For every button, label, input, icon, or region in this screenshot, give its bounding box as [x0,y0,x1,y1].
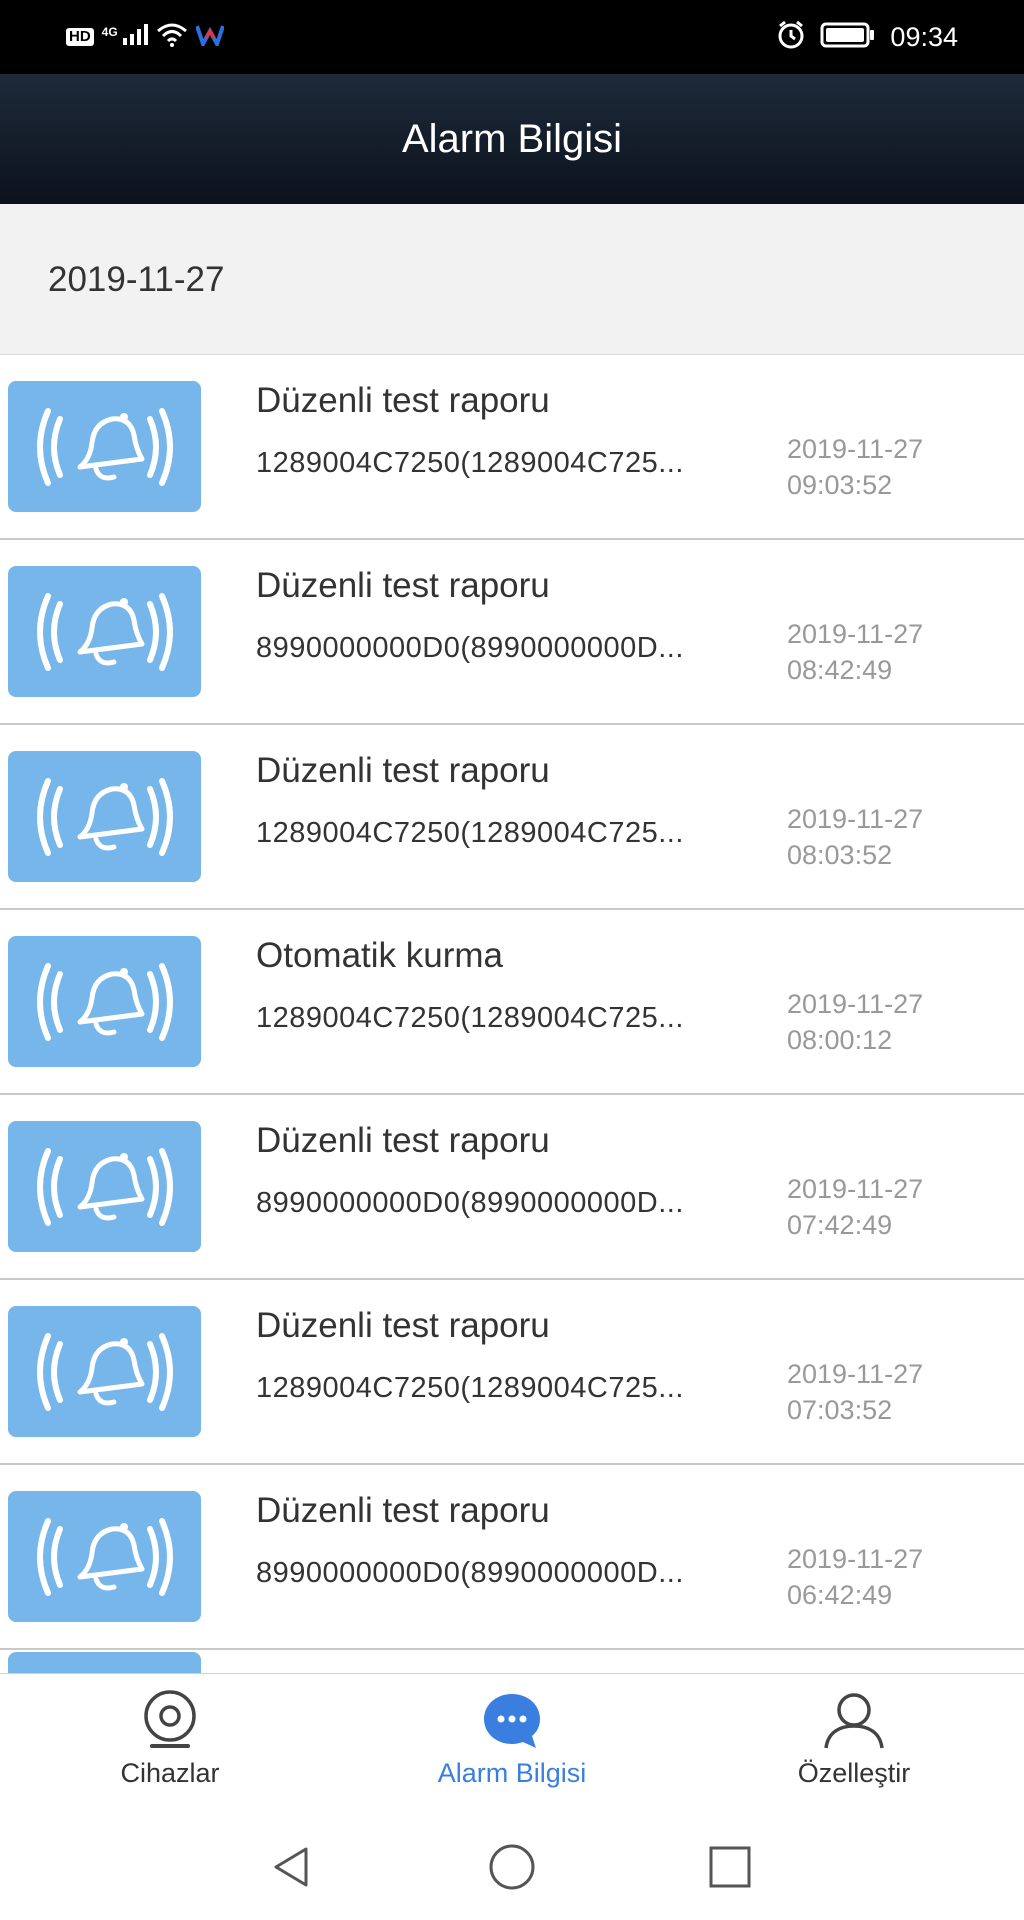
tab-cihazlar[interactable]: Cihazlar [50,1674,290,1814]
section-date: 2019-11-27 [48,260,225,299]
alarm-device: 8990000000D0(8990000000D... [256,1557,684,1589]
alarm-date: 2019-11-27 [787,804,924,834]
alarm-list-item[interactable]: Otomatik kurma 1289004C7250(1289004C725..… [0,910,1024,1095]
alarm-title: Düzenli test raporu [256,1491,550,1530]
system-nav-bar [0,1813,1024,1920]
alarm-device: 1289004C7250(1289004C725... [256,1372,684,1404]
alarm-timestamp: 2019-11-27 06:42:49 [787,1541,923,1613]
status-time: 09:34 [890,21,958,52]
back-icon[interactable] [262,1837,322,1897]
tab-alarm-bilgisi[interactable]: Alarm Bilgisi [392,1674,632,1814]
alarm-list-item[interactable]: Düzenli test raporu 8990000000D0(89900000… [0,1465,1024,1650]
app-bar: Alarm Bilgisi [0,74,1024,204]
tab-ozellestir[interactable]: Özelleştir [734,1674,974,1814]
tab-label: Alarm Bilgisi [437,1758,587,1788]
alarm-date: 2019-11-27 [787,1359,924,1389]
alarm-title: Düzenli test raporu [256,1121,550,1160]
alarm-list-item[interactable]: Düzenli test raporu 8990000000D0(89900000… [0,1095,1024,1280]
alarm-device: 8990000000D0(8990000000D... [256,632,684,664]
alarm-device: 1289004C7250(1289004C725... [256,817,684,849]
status-right: 09:34 [776,18,958,56]
alarm-date: 2019-11-27 [787,989,924,1019]
tab-label: Cihazlar [120,1758,220,1788]
alarm-timestamp: 2019-11-27 07:42:49 [787,1171,923,1243]
page-title: Alarm Bilgisi [401,116,623,161]
wifi-icon [156,23,188,52]
alarm-bell-icon [8,1121,201,1252]
alarm-list[interactable]: Düzenli test raporu 1289004C7250(1289004C… [0,355,1024,1673]
alarm-device: 1289004C7250(1289004C725... [256,1002,684,1034]
alarm-date: 2019-11-27 [787,1544,924,1574]
alarm-title: Düzenli test raporu [256,751,550,790]
alarm-time: 08:00:12 [787,1025,893,1055]
chat-bubble-icon [480,1688,544,1752]
alarm-timestamp: 2019-11-27 08:42:49 [787,616,923,688]
alarm-clock-icon [776,20,806,55]
alarm-list-item[interactable]: Düzenli test raporu 8990000000D0(89900000… [0,540,1024,725]
alarm-date: 2019-11-27 [787,1174,924,1204]
hd-badge: HD [66,28,94,46]
alarm-list-item[interactable]: Düzenli test raporu 1289004C7250(1289004C… [0,725,1024,910]
tab-label: Özelleştir [797,1758,911,1788]
alarm-bell-icon [8,1491,201,1622]
alarm-device: 8990000000D0(8990000000D... [256,1187,684,1219]
camera-icon [138,1688,202,1752]
bottom-tab-bar: Cihazlar Alarm Bilgisi Özelleştir [0,1673,1024,1814]
alarm-timestamp: 2019-11-27 08:00:12 [787,986,923,1058]
alarm-time: 06:42:49 [787,1580,893,1610]
home-icon[interactable] [482,1837,542,1897]
date-section-header: 2019-11-27 [0,204,1024,355]
alarm-bell-icon [8,1306,201,1437]
status-left: HD 4G [66,22,225,52]
alarm-title: Düzenli test raporu [256,381,550,420]
alarm-bell-icon [8,1652,201,1673]
alarm-time: 07:42:49 [787,1210,893,1240]
alarm-bell-icon [8,751,201,882]
alarm-title: Düzenli test raporu [256,1306,550,1345]
alarm-bell-icon [8,566,201,697]
alarm-bell-icon [8,936,201,1067]
app-w-icon [194,24,225,51]
alarm-title: Otomatik kurma [256,936,503,975]
battery-icon [820,22,876,53]
alarm-list-item[interactable]: Düzenli test raporu 1289004C7250(1289004C… [0,1280,1024,1465]
status-bar: HD 4G 09:34 [0,0,1024,74]
alarm-list-item-partial[interactable] [0,1650,1024,1673]
alarm-date: 2019-11-27 [787,619,924,649]
alarm-list-item[interactable]: Düzenli test raporu 1289004C7250(1289004C… [0,355,1024,540]
alarm-time: 09:03:52 [787,470,893,500]
network-type: 4G [101,25,118,39]
alarm-timestamp: 2019-11-27 08:03:52 [787,801,923,873]
person-icon [822,1688,886,1752]
signal-icon [122,23,148,51]
alarm-bell-icon [8,381,201,512]
alarm-time: 07:03:52 [787,1395,893,1425]
alarm-time: 08:03:52 [787,840,893,870]
alarm-date: 2019-11-27 [787,434,924,464]
recents-icon[interactable] [700,1837,760,1897]
alarm-title: Düzenli test raporu [256,566,550,605]
alarm-timestamp: 2019-11-27 09:03:52 [787,431,923,503]
alarm-device: 1289004C7250(1289004C725... [256,447,684,479]
alarm-timestamp: 2019-11-27 07:03:52 [787,1356,923,1428]
alarm-time: 08:42:49 [787,655,893,685]
